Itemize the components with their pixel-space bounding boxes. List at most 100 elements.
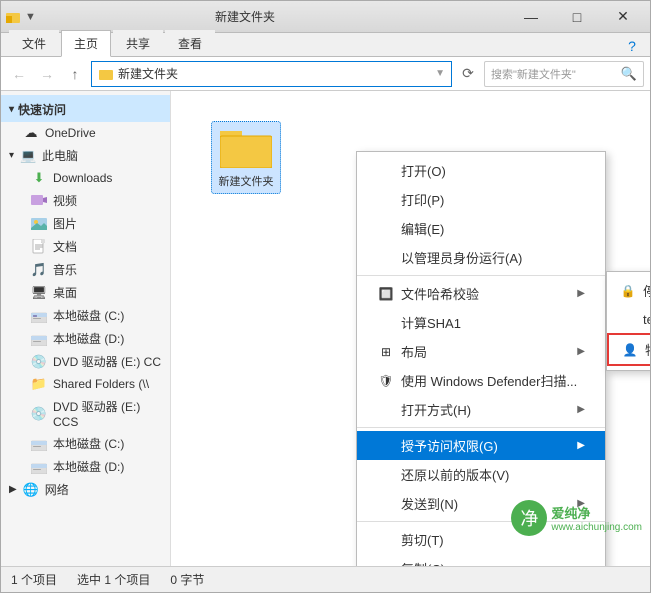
forward-button[interactable]: → xyxy=(35,62,59,86)
menu-item-defender[interactable]: 🛡 使用 Windows Defender扫描... xyxy=(357,366,605,395)
computer-icon: 💻 xyxy=(20,148,36,164)
drive-c2-icon xyxy=(31,436,47,452)
menu-item-open[interactable]: 打开(O) xyxy=(357,156,605,185)
folder-item[interactable]: 新建文件夹 xyxy=(211,121,281,194)
runas-icon xyxy=(377,249,395,267)
sidebar-item-d-drive-2[interactable]: 本地磁盘 (D:) xyxy=(1,455,170,478)
sidebar-item-pictures[interactable]: 图片 xyxy=(1,212,170,235)
sidebar-item-desktop[interactable]: 🖥 桌面 xyxy=(1,281,170,304)
submenu-item-stop-sharing[interactable]: 🔒 停止共享 xyxy=(607,276,650,305)
user-icon: 👤 xyxy=(621,341,639,359)
search-box[interactable]: 搜索"新建文件夹" 🔍 xyxy=(484,61,644,87)
status-item-count: 1 个项目 xyxy=(11,571,57,588)
menu-item-copy[interactable]: 复制(C) xyxy=(357,554,605,566)
submenu-arrow-grant: ▶ xyxy=(577,440,585,451)
menu-item-grant-access[interactable]: 授予访问权限(G) ▶ xyxy=(357,431,605,460)
sidebar-item-label: 本地磁盘 (C:) xyxy=(53,307,124,324)
drive-c-icon xyxy=(31,308,47,324)
watermark: 净 爱纯净 www.aichunjing.com xyxy=(511,500,642,536)
sidebar-item-label: 音乐 xyxy=(53,261,77,278)
menu-item-runas[interactable]: 以管理员身份运行(A) xyxy=(357,243,605,272)
sidebar-item-dvd-e[interactable]: 💿 DVD 驱动器 (E:) CC xyxy=(1,350,170,373)
menu-item-print[interactable]: 打印(P) xyxy=(357,185,605,214)
drive-d-icon xyxy=(31,331,47,347)
title-text: 新建文件夹 xyxy=(0,8,508,25)
folder-icon-large xyxy=(220,126,272,171)
sidebar-item-thispc[interactable]: ▾ 💻 此电脑 xyxy=(1,144,170,167)
ribbon-tabs: 文件 主页 共享 查看 ? xyxy=(1,33,650,57)
tab-home[interactable]: 主页 xyxy=(61,30,111,57)
chevron-right-network-icon: ▶ xyxy=(9,484,17,495)
refresh-button[interactable]: ⟳ xyxy=(456,62,480,86)
submenu-arrow-layout: ▶ xyxy=(577,346,585,357)
sidebar-item-label: 视频 xyxy=(53,192,77,209)
music-icon: 🎵 xyxy=(31,262,47,278)
sidebar-item-shared[interactable]: 📁 Shared Folders (\\ xyxy=(1,373,170,395)
sidebar-item-c-drive[interactable]: 本地磁盘 (C:) xyxy=(1,304,170,327)
sidebar: ▾ 快速访问 ☁ OneDrive ▾ 💻 此电脑 ⬇ Downloads xyxy=(1,91,171,566)
documents-icon xyxy=(31,239,47,255)
restore-icon xyxy=(377,466,395,484)
sidebar-item-d-drive[interactable]: 本地磁盘 (D:) xyxy=(1,327,170,350)
menu-item-sha1[interactable]: 计算SHA1 xyxy=(357,308,605,337)
content-area: 新建文件夹 打开(O) 打印(P) xyxy=(171,91,650,566)
menu-item-layout[interactable]: ⊞ 布局 ▶ xyxy=(357,337,605,366)
drive-d2-icon xyxy=(31,459,47,475)
sidebar-item-downloads[interactable]: ⬇ Downloads xyxy=(1,167,170,189)
sidebar-item-documents[interactable]: 文档 xyxy=(1,235,170,258)
watermark-logo: 净 xyxy=(511,500,547,536)
sidebar-item-videos[interactable]: 视频 xyxy=(1,189,170,212)
grant-icon xyxy=(377,437,395,455)
menu-item-openWith[interactable]: 打开方式(H) ▶ xyxy=(357,395,605,424)
menu-item-hash[interactable]: 🔲 文件哈希校验 ▶ xyxy=(357,279,605,308)
chevron-down-icon: ▾ xyxy=(9,104,14,115)
submenu-item-test[interactable]: test xyxy=(607,305,650,333)
copy-icon xyxy=(377,560,395,567)
open-icon xyxy=(377,162,395,180)
menu-separator-1 xyxy=(357,275,605,276)
sidebar-item-dvd-e2[interactable]: 💿 DVD 驱动器 (E:) CCS xyxy=(1,395,170,432)
shared-icon: 📁 xyxy=(31,376,47,392)
tab-view[interactable]: 查看 xyxy=(165,30,215,56)
tab-share[interactable]: 共享 xyxy=(113,30,163,56)
maximize-button[interactable]: □ xyxy=(554,1,600,33)
title-bar: ▼ 新建文件夹 — □ ✕ xyxy=(1,1,650,33)
address-dropdown-arrow[interactable]: ▼ xyxy=(435,68,445,79)
breadcrumb-folder-icon xyxy=(98,66,114,82)
chevron-right-icon: ▾ xyxy=(9,150,14,161)
dvd-e2-icon: 💿 xyxy=(31,406,47,422)
desktop-icon: 🖥 xyxy=(31,285,47,301)
status-bar: 1 个项目 选中 1 个项目 0 字节 xyxy=(1,566,650,592)
watermark-text-block: 爱纯净 www.aichunjing.com xyxy=(551,503,642,533)
sidebar-item-label: 本地磁盘 (C:) xyxy=(53,435,124,452)
close-button[interactable]: ✕ xyxy=(600,1,646,33)
sidebar-item-label: Downloads xyxy=(53,171,112,185)
sendto-icon xyxy=(377,495,395,513)
sidebar-item-label: 图片 xyxy=(53,215,77,232)
minimize-button[interactable]: — xyxy=(508,1,554,33)
sidebar-item-onedrive[interactable]: ☁ OneDrive xyxy=(1,122,170,144)
submenu-item-specific-user[interactable]: 👤 特定用户... xyxy=(607,333,650,366)
lock-icon: 🔒 xyxy=(619,282,637,300)
sidebar-item-network[interactable]: ▶ 🌐 网络 xyxy=(1,478,170,501)
help-button[interactable]: ? xyxy=(622,36,642,56)
cut-icon xyxy=(377,531,395,549)
sidebar-item-c-drive-2[interactable]: 本地磁盘 (C:) xyxy=(1,432,170,455)
menu-item-restore[interactable]: 还原以前的版本(V) xyxy=(357,460,605,489)
back-button[interactable]: ← xyxy=(7,62,31,86)
submenu-arrow-hash: ▶ xyxy=(577,288,585,299)
address-breadcrumb[interactable]: 新建文件夹 ▼ xyxy=(91,61,452,87)
edit-icon xyxy=(377,220,395,238)
menu-item-edit[interactable]: 编辑(E) xyxy=(357,214,605,243)
sidebar-item-music[interactable]: 🎵 音乐 xyxy=(1,258,170,281)
up-button[interactable]: ↑ xyxy=(63,62,87,86)
sidebar-item-quick-access[interactable]: ▾ 快速访问 xyxy=(1,95,170,122)
window-controls: — □ ✕ xyxy=(508,1,646,33)
sidebar-item-label: DVD 驱动器 (E:) CC xyxy=(53,353,161,370)
onedrive-icon: ☁ xyxy=(23,125,39,141)
sidebar-item-label: Shared Folders (\\ xyxy=(53,377,149,391)
hash-icon: 🔲 xyxy=(377,285,395,303)
sidebar-item-label: OneDrive xyxy=(45,126,96,140)
sidebar-item-label: DVD 驱动器 (E:) CCS xyxy=(53,398,162,429)
tab-file[interactable]: 文件 xyxy=(9,30,59,56)
